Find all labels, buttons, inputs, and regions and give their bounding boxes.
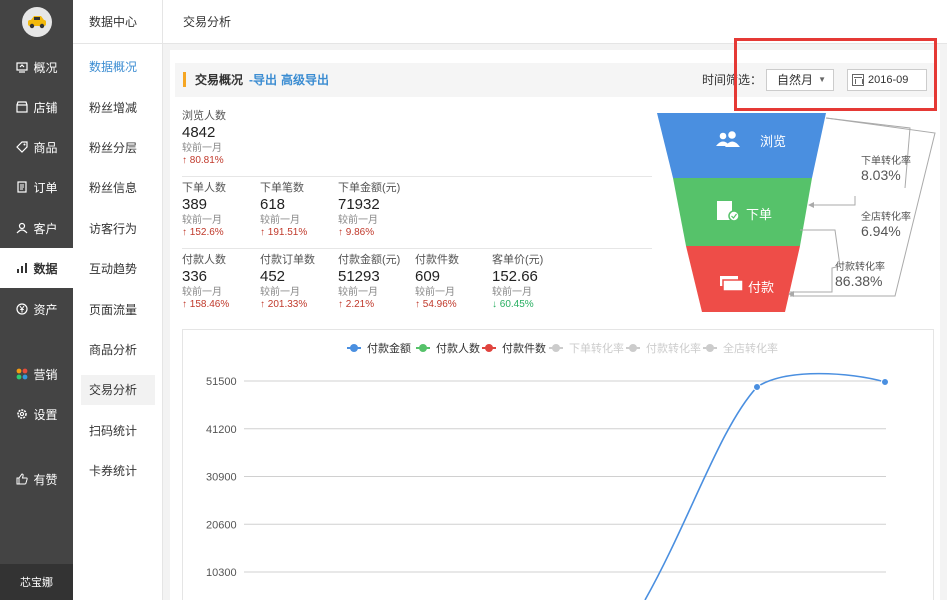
y-tick-label: 51500 xyxy=(206,376,237,388)
line-chart: 51500 41200 30900 20600 10300 xyxy=(206,372,889,600)
data-point[interactable] xyxy=(753,383,761,392)
series-line-pay-amount xyxy=(644,372,886,600)
data-point[interactable] xyxy=(881,377,889,386)
y-tick-label: 41200 xyxy=(206,424,237,436)
y-tick-label: 10300 xyxy=(206,567,237,579)
y-tick-label: 20600 xyxy=(206,519,237,531)
y-tick-label: 30900 xyxy=(206,472,237,484)
